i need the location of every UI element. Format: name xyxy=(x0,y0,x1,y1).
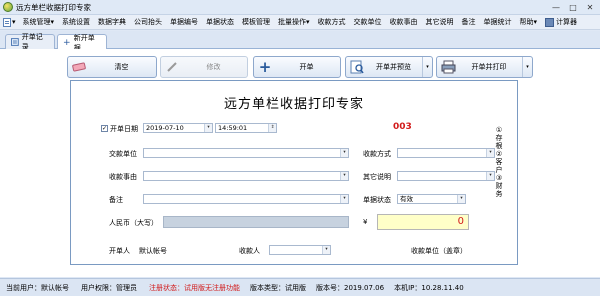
date-picker[interactable]: 2019-07-10 ▾ xyxy=(143,123,213,133)
tab-bar: 开单记录 + 新开单据 xyxy=(0,31,600,52)
pencil-icon xyxy=(164,59,180,75)
chevron-down-icon[interactable]: ▾ xyxy=(522,57,532,77)
menu-help[interactable]: 帮助▾ xyxy=(516,17,542,27)
payer-label: 交款单位 xyxy=(109,150,137,158)
menu-bill-number[interactable]: 单据编号 xyxy=(166,17,202,27)
menu-system-settings[interactable]: 系统设置 xyxy=(58,17,94,27)
edition-type: 版本类型：试用版 xyxy=(250,283,306,292)
copy-note-vertical: ①存根②客户③财务 xyxy=(495,126,503,198)
status-select[interactable]: 有效 ▾ xyxy=(397,194,466,204)
menu-template-management[interactable]: 模板管理 xyxy=(238,17,274,27)
reason-select[interactable]: ▾ xyxy=(143,171,349,181)
note-select[interactable]: ▾ xyxy=(143,194,349,204)
payer-select[interactable]: ▾ xyxy=(143,148,349,158)
app-icon xyxy=(3,2,13,12)
minimize-button[interactable]: — xyxy=(548,1,564,13)
note-label: 备注 xyxy=(109,196,123,204)
method-label: 收款方式 xyxy=(363,150,391,158)
time-picker[interactable]: 14:59:01 ⇕ xyxy=(215,123,277,133)
date-label: 开单日期 xyxy=(110,125,138,133)
toolbar: 清空 修改 + 开单 开单并预览 ▾ 开单并打印 ▾ xyxy=(67,56,537,80)
local-ip: 本机IP：10.28.11.40 xyxy=(394,283,464,292)
tab-bill-records[interactable]: 开单记录 xyxy=(5,33,55,51)
calculator-icon xyxy=(545,17,555,27)
registration-status: 注册状态：试用版无注册功能 xyxy=(149,283,240,292)
window-title: 远方单栏收据打印专家 xyxy=(16,2,91,12)
user-permission: 用户权限：管理员 xyxy=(81,283,137,292)
clear-button[interactable]: 清空 xyxy=(67,56,157,78)
chevron-down-icon: ▾ xyxy=(204,124,212,132)
printer-icon xyxy=(440,59,456,75)
chevron-down-icon: ▾ xyxy=(457,195,465,203)
menu-batch-operation[interactable]: 批量操作▾ xyxy=(274,17,314,27)
edit-button[interactable]: 修改 xyxy=(160,56,248,78)
open-bill-button[interactable]: + 开单 xyxy=(253,56,341,78)
menu-bill-status[interactable]: 单据状态 xyxy=(202,17,238,27)
status-bar: 当前用户：默认帐号 用户权限：管理员 注册状态：试用版无注册功能 版本类型：试用… xyxy=(0,278,600,296)
menu-system-management[interactable]: 系统管理▾ xyxy=(19,17,59,27)
eraser-icon xyxy=(71,59,87,75)
payee-label: 收款人 xyxy=(239,247,260,255)
menu-payment-reason[interactable]: 收款事由 xyxy=(386,17,422,27)
reason-label: 收款事由 xyxy=(109,173,137,181)
rmb-uppercase-field xyxy=(163,216,349,228)
tab-new-bill[interactable]: + 新开单据 xyxy=(57,34,107,52)
chevron-down-icon: ▾ xyxy=(340,195,348,203)
plus-icon: + xyxy=(258,58,272,76)
plus-icon: + xyxy=(63,37,71,48)
amount-input[interactable]: 0 xyxy=(377,214,469,230)
spin-icon: ⇕ xyxy=(268,124,276,132)
receipt-form: 远方单栏收据打印专家 ✓ 开单日期 2019-07-10 ▾ 14:59:01 ⇕ … xyxy=(70,80,518,265)
chevron-down-icon: ▾ xyxy=(340,149,348,157)
chevron-down-icon: ▾ xyxy=(340,172,348,180)
records-icon xyxy=(11,38,19,46)
rmb-label: 人民币（大写） xyxy=(109,219,158,227)
form-title: 远方单栏收据打印专家 xyxy=(223,97,364,112)
method-select[interactable]: ▾ xyxy=(397,148,495,158)
issuer-value: 默认帐号 xyxy=(139,247,167,255)
yen-symbol: ¥ xyxy=(363,218,368,226)
menu-data-dictionary[interactable]: 数据字典 xyxy=(94,17,130,27)
status-label: 单据状态 xyxy=(363,196,391,204)
other-label: 其它说明 xyxy=(363,173,391,181)
maximize-button[interactable]: □ xyxy=(565,1,581,13)
preview-icon xyxy=(349,59,365,75)
menu-doc-button[interactable]: ▾ xyxy=(0,17,19,27)
menu-other-notes[interactable]: 其它说明 xyxy=(422,17,458,27)
current-user: 当前用户：默认帐号 xyxy=(6,283,69,292)
menu-calculator[interactable]: 计算器 xyxy=(541,17,581,27)
menu-remarks[interactable]: 备注 xyxy=(458,17,480,27)
open-print-button[interactable]: 开单并打印 ▾ xyxy=(436,56,533,78)
chevron-down-icon: ▾ xyxy=(486,149,494,157)
menu-bill-statistics[interactable]: 单据统计 xyxy=(480,17,516,27)
issuer-label: 开单人 xyxy=(109,247,130,255)
date-checkbox[interactable]: ✓ xyxy=(101,125,108,132)
bill-number: 003 xyxy=(393,122,412,132)
close-button[interactable]: ✕ xyxy=(582,1,598,13)
menu-payer-unit[interactable]: 交款单位 xyxy=(350,17,386,27)
version-number: 版本号：2019.07.06 xyxy=(316,283,385,292)
chevron-down-icon[interactable]: ▾ xyxy=(422,57,432,77)
menu-company-header[interactable]: 公司抬头 xyxy=(130,17,166,27)
chevron-down-icon: ▾ xyxy=(322,246,330,254)
title-bar: 远方单栏收据打印专家 — □ ✕ xyxy=(0,0,600,15)
menu-payment-method[interactable]: 收款方式 xyxy=(314,17,350,27)
open-preview-button[interactable]: 开单并预览 ▾ xyxy=(345,56,433,78)
other-select[interactable]: ▾ xyxy=(397,171,495,181)
stamp-label: 收款单位（盖章） xyxy=(411,247,467,255)
document-icon xyxy=(3,17,11,27)
payee-select[interactable]: ▾ xyxy=(269,245,331,255)
chevron-down-icon: ▾ xyxy=(486,172,494,180)
menu-bar: ▾ 系统管理▾ 系统设置 数据字典 公司抬头 单据编号 单据状态 模板管理 批量… xyxy=(0,15,600,30)
